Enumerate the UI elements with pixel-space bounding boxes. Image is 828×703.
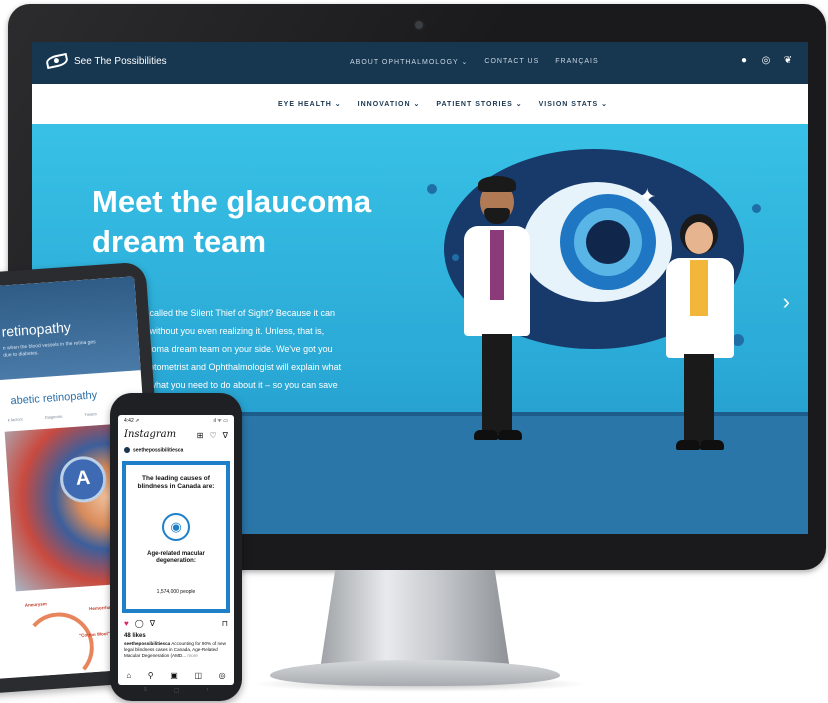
instagram-wordmark: Instagram <box>124 429 177 440</box>
hero-body-line: Optometrist and Ophthalmologist will exp… <box>142 362 342 372</box>
decor-dot <box>427 184 437 194</box>
site-logo[interactable]: See The Possibilities <box>44 52 167 70</box>
search-icon[interactable]: ⚲ <box>148 671 154 680</box>
tablet-tab-risk-factors[interactable]: k factors <box>8 416 23 422</box>
eye-pupil <box>586 220 630 264</box>
tablet-tab-treatment[interactable]: Treatm <box>84 411 97 417</box>
monitor-stand-base <box>270 660 560 686</box>
doctor-female-illustration <box>660 214 740 454</box>
sub-nav-links: EYE HEALTH ⌄ INNOVATION ⌄ PATIENT STORIE… <box>278 100 608 108</box>
caption-user[interactable]: seethepossibilitiesca <box>124 641 170 646</box>
nav-vision-stats[interactable]: VISION STATS ⌄ <box>539 100 608 108</box>
instagram-post-image: The leading causes of blindness in Canad… <box>122 461 230 613</box>
top-nav-links: ABOUT OPHTHALMOLOGY ⌄ CONTACT US FRANÇAI… <box>350 58 599 66</box>
caption-more-link[interactable]: more <box>187 653 197 658</box>
hero-body-line: ucoma dream team on your side. We've got… <box>142 344 333 354</box>
likes-count: 48 likes <box>124 633 146 639</box>
tablet-tabs: k factors Diagnosis Treatm <box>8 411 97 422</box>
doctor-male-illustration <box>452 174 542 444</box>
direct-message-icon[interactable]: ∇ <box>223 431 228 440</box>
nav-innovation[interactable]: INNOVATION ⌄ <box>358 100 421 108</box>
post-account-name[interactable]: seethepossibilitiesca <box>124 447 183 453</box>
nav-about-ophthalmology[interactable]: ABOUT OPHTHALMOLOGY ⌄ <box>350 58 468 66</box>
shop-icon[interactable]: ◫ <box>194 671 202 680</box>
post-condition: Age-related macular degeneration: <box>147 551 205 564</box>
tablet-tab-diagnosis[interactable]: Diagnosis <box>45 414 63 420</box>
sub-nav-bar: EYE HEALTH ⌄ INNOVATION ⌄ PATIENT STORIE… <box>32 84 808 124</box>
monitor-stand-neck <box>320 570 510 670</box>
comment-icon[interactable]: ◯ <box>135 619 144 628</box>
add-post-icon[interactable]: ⊞ <box>197 431 204 440</box>
camera-icon <box>413 19 425 31</box>
decor-dot <box>752 204 761 213</box>
carousel-next-icon[interactable]: › <box>783 289 790 315</box>
instagram-header-icons: ⊞ ♡ ∇ <box>197 431 228 440</box>
home-icon[interactable]: ⌂ <box>126 671 131 680</box>
post-count: 1,574,000 people <box>156 589 196 595</box>
hero-body-text: a called the Silent Thief of Sight? Beca… <box>142 304 372 394</box>
top-nav-bar: See The Possibilities ABOUT OPHTHALMOLOG… <box>32 42 808 84</box>
instagram-tab-bar: ⌂ ⚲ ▣ ◫ ◎ <box>118 671 234 680</box>
phone-device: 4:42 ⇗ ıl ᯤ ▭ Instagram ⊞ ♡ ∇ seetheposs… <box>110 393 242 701</box>
phone-screen: 4:42 ⇗ ıl ᯤ ▭ Instagram ⊞ ♡ ∇ seetheposs… <box>118 415 234 685</box>
facebook-icon[interactable]: ● <box>738 55 750 67</box>
hero-title: Meet the glaucoma dream team <box>92 184 372 259</box>
instagram-icon[interactable]: ◎ <box>760 55 772 67</box>
phone-status-icons: ıl ᯤ ▭ <box>213 418 228 424</box>
reels-icon[interactable]: ▣ <box>170 671 178 680</box>
bookmark-icon[interactable]: ⊓ <box>222 619 228 628</box>
share-icon[interactable]: ∇ <box>150 619 155 628</box>
menu-icon[interactable]: ≡ <box>143 687 147 697</box>
android-nav-bar: ≡ ▢ ‹ <box>130 687 222 697</box>
nav-patient-stories[interactable]: PATIENT STORIES ⌄ <box>436 100 522 108</box>
hero-body-line: a called the Silent Thief of Sight? Beca… <box>142 308 335 318</box>
heart-outline-icon[interactable]: ♡ <box>209 431 216 440</box>
post-title: The leading causes of blindness in Canad… <box>137 475 215 490</box>
eye-icon: ◉ <box>162 513 190 541</box>
eye-logo-icon <box>44 52 70 70</box>
like-heart-icon[interactable]: ♥ <box>124 619 129 628</box>
tablet-section-heading: abetic retinopathy <box>10 389 98 408</box>
nav-eye-health[interactable]: EYE HEALTH ⌄ <box>278 100 342 108</box>
back-icon[interactable]: ‹ <box>207 687 209 697</box>
post-actions: ♥ ◯ ∇ <box>124 619 155 628</box>
post-caption: seethepossibilitiesca Accounting for 90%… <box>124 641 230 659</box>
home-button-icon[interactable]: ▢ <box>174 687 180 697</box>
hero-body-line: d what you need to do about it – so you … <box>142 380 338 390</box>
sparkle-icon: ✦ <box>638 184 657 209</box>
profile-icon[interactable]: ◎ <box>219 671 226 680</box>
phone-time: 4:42 ⇗ <box>124 418 140 424</box>
nav-contact-us[interactable]: CONTACT US <box>484 58 539 66</box>
social-links: ● ◎ ❦ <box>738 55 794 67</box>
hero-body-line: n without you even realizing it. Unless,… <box>142 326 325 336</box>
nav-francais[interactable]: FRANÇAIS <box>555 58 598 66</box>
twitter-icon[interactable]: ❦ <box>782 55 794 67</box>
logo-text: See The Possibilities <box>74 55 167 67</box>
